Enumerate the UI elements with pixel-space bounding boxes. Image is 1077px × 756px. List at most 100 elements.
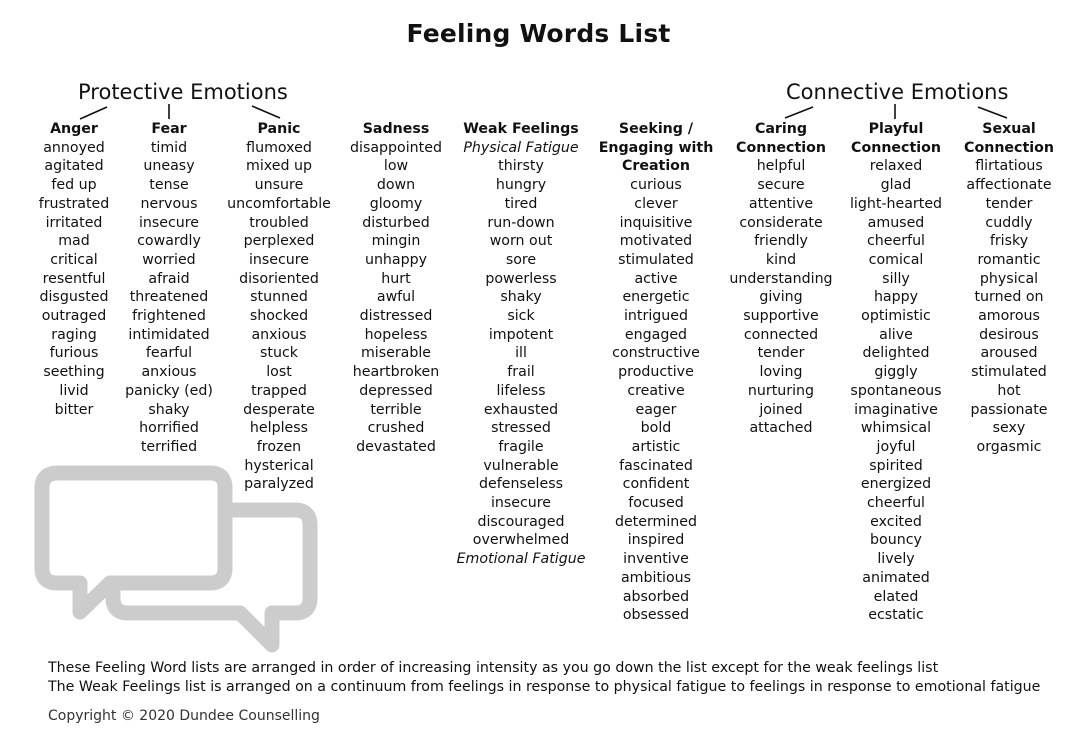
feeling-word: excited [870, 513, 922, 530]
feeling-word: livid [59, 382, 89, 399]
column-header: Weak Feelings [463, 121, 579, 137]
feeling-word: bouncy [870, 532, 922, 549]
feeling-word: exhausted [483, 401, 559, 418]
feeling-word: frozen [256, 438, 302, 455]
feeling-word: annoyed [43, 139, 105, 156]
feeling-word: disoriented [239, 270, 319, 287]
connector-anger [79, 106, 108, 120]
feeling-word: considerate [739, 214, 823, 231]
feeling-word: insecure [138, 214, 200, 231]
feeling-word: frisky [989, 233, 1029, 250]
feeling-word: thirsty [498, 158, 544, 175]
feeling-word: hurt [381, 270, 411, 287]
feeling-word: shaky [148, 401, 190, 418]
column-header: Anger [50, 121, 98, 137]
feeling-word: alive [879, 326, 913, 343]
feeling-word: hot [997, 382, 1021, 399]
feeling-word: focused [628, 495, 684, 512]
feeling-word: irritated [45, 214, 103, 231]
feeling-word: nurturing [747, 382, 815, 399]
feeling-word: uneasy [143, 158, 195, 175]
feeling-word: fed up [51, 177, 97, 194]
feeling-word: gloomy [369, 195, 423, 212]
feeling-word: intimidated [128, 326, 210, 343]
column-header: Connection [736, 139, 826, 156]
feeling-word: animated [862, 569, 930, 586]
feeling-word: disappointed [350, 139, 442, 156]
column-header: Fear [151, 121, 187, 137]
feeling-word: elated [873, 588, 919, 605]
feeling-word: connected [743, 326, 819, 343]
feeling-word: amorous [978, 308, 1040, 325]
feeling-word: stunned [250, 289, 308, 306]
feeling-word: inventive [623, 551, 689, 568]
feeling-word: devastated [356, 438, 436, 455]
subheader-physical-fatigue: Physical Fatigue [463, 139, 579, 156]
column-header: Seeking / [618, 121, 694, 137]
feeling-word: active [634, 270, 678, 287]
feeling-word: heartbroken [352, 364, 440, 381]
feeling-word: helpful [756, 158, 806, 175]
column-anger: Anger annoyed agitated fed up frustrated irri… [39, 120, 110, 419]
feeling-word: troubled [249, 214, 309, 231]
feeling-word: tender [757, 345, 805, 362]
feeling-word: desperate [243, 401, 315, 418]
column-header: Caring [754, 121, 808, 137]
column-sadness: Sadness disappointed low down gloomy disturbe… [350, 120, 442, 457]
feeling-word: giving [759, 289, 803, 306]
feeling-word: inspired [627, 532, 685, 549]
feeling-word: motivated [619, 233, 693, 250]
feeling-word: relaxed [869, 158, 923, 175]
feeling-word: inquisitive [619, 214, 693, 231]
feeling-word: sick [507, 308, 535, 325]
column-sexual: Sexual Connection flirtatious affectionate t… [964, 120, 1054, 457]
feeling-word: uncomfortable [227, 195, 331, 212]
feeling-word: trapped [251, 382, 307, 399]
feeling-word: physical [979, 270, 1039, 287]
column-playful: Playful Connection relaxed glad light-hearte… [850, 120, 942, 625]
feeling-word: awful [376, 289, 416, 306]
feeling-word: lifeless [496, 382, 546, 399]
feeling-word: insecure [248, 251, 310, 268]
connector-sexual [977, 106, 1008, 119]
feeling-word: hopeless [364, 326, 428, 343]
feeling-word: overwhelmed [472, 532, 570, 549]
feeling-word: ill [515, 345, 527, 362]
feeling-word: loving [759, 364, 803, 381]
column-header: Connection [851, 139, 941, 156]
feeling-word: raging [51, 326, 97, 343]
column-header: Engaging with [598, 139, 714, 156]
feeling-word: tense [149, 177, 189, 194]
feeling-word: run-down [487, 214, 555, 231]
feeling-word: lively [877, 551, 915, 568]
feeling-word: secure [757, 177, 805, 194]
copyright: Copyright © 2020 Dundee Counselling [48, 708, 320, 724]
column-header: Playful [868, 121, 924, 137]
feeling-word: mingin [371, 233, 421, 250]
feeling-word: silly [882, 270, 910, 287]
feeling-word: absorbed [622, 588, 690, 605]
feeling-word: agitated [44, 158, 104, 175]
speech-bubbles-icon [34, 465, 318, 653]
feeling-word: determined [614, 513, 698, 530]
connector-panic [251, 105, 281, 119]
feeling-word: curious [630, 177, 682, 194]
feeling-word: low [383, 158, 409, 175]
feeling-word: flumoxed [246, 139, 312, 156]
feeling-word: light-hearted [849, 195, 943, 212]
feeling-word: amused [867, 214, 925, 231]
feeling-word: supportive [743, 308, 819, 325]
feeling-word: energetic [622, 289, 690, 306]
feeling-word: furious [49, 345, 99, 362]
feeling-word: discouraged [477, 513, 565, 530]
feeling-word: stimulated [971, 364, 1047, 381]
feeling-word: cheerful [866, 495, 926, 512]
feeling-word: romantic [977, 251, 1041, 268]
feeling-word: fragile [498, 438, 544, 455]
feeling-word: threatened [129, 289, 209, 306]
note-weak-feelings: The Weak Feelings list is arranged on a … [48, 679, 1041, 695]
column-header: Creation [621, 158, 691, 175]
feeling-word: glad [880, 177, 912, 194]
feeling-word: stuck [260, 345, 298, 362]
feeling-word: miserable [360, 345, 432, 362]
